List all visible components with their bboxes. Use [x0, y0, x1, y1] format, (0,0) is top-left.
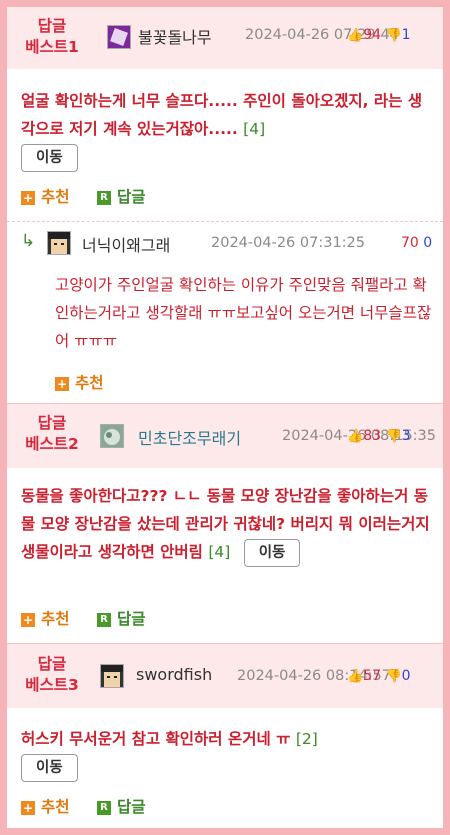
reply-actions: + 추천 R 답글	[21, 607, 145, 629]
move-button[interactable]: 이동	[21, 143, 78, 172]
reply-actions: + 추천 R 답글	[21, 795, 145, 817]
post-date: 2024-04-26 07:31:25	[211, 235, 365, 251]
plus-icon: +	[55, 376, 69, 391]
nickname[interactable]: 민초단조무래기	[138, 425, 241, 449]
plus-icon: +	[21, 612, 35, 627]
avatar-image-icon	[110, 28, 128, 46]
recommend-button[interactable]: + 추천	[21, 188, 70, 206]
avatar[interactable]	[100, 424, 124, 448]
reply-count[interactable]: [4]	[208, 543, 230, 561]
best-reply-header: 답글 베스트3 swordfish 2024-04-26 08:14:57 👍5…	[7, 644, 443, 708]
plus-icon: +	[21, 800, 35, 815]
reply-count[interactable]: [4]	[243, 120, 265, 138]
avatar[interactable]	[47, 231, 71, 255]
avatar-face-icon	[101, 665, 123, 687]
reply-count[interactable]: [2]	[296, 730, 318, 748]
best-rank-label: 답글 베스트3	[25, 655, 79, 694]
sub-reply-body: 고양이가 주인얼굴 확인하는 이유가 주인맞음 줘팰라고 확인하는거라고 생각할…	[55, 276, 432, 350]
reply-arrow-icon: ↳	[21, 231, 36, 251]
thumbs-up-icon[interactable]: 👍	[347, 669, 363, 684]
reply-button[interactable]: R 답글	[96, 188, 145, 206]
plus-icon: +	[21, 190, 35, 205]
divider	[7, 221, 443, 222]
reply-actions: + 추천 R 답글	[21, 185, 145, 207]
reply-r-icon: R	[96, 800, 111, 815]
best-reply-header: 답글 베스트1 불꽃돌나무 2024-04-26 07:29:44 👍94 👎1	[7, 7, 443, 69]
vote-counts: 👍57 👎0	[347, 668, 411, 684]
recommend-button[interactable]: + 추천	[21, 798, 70, 816]
thumbs-up-icon[interactable]: 👍	[347, 28, 363, 43]
reply-r-icon: R	[96, 190, 111, 205]
reply-button[interactable]: R 답글	[96, 798, 145, 816]
vote-counts: 70 0	[401, 235, 433, 251]
best-rank-label: 답글 베스트1	[25, 17, 79, 56]
best-replies-panel: 답글 베스트1 불꽃돌나무 2024-04-26 07:29:44 👍94 👎1…	[7, 7, 443, 828]
best-reply-header: 답글 베스트2 민초단조무래기 2024-04-26 08:15:35 👍83 …	[7, 404, 443, 468]
nickname[interactable]: 너닉이왜그래	[82, 232, 170, 256]
vote-counts: 👍83 👎3	[347, 428, 411, 444]
reply-body: 얼굴 확인하는게 너무 슬프다..... 주인이 돌아오겠지, 라는 생각으로 …	[21, 87, 433, 172]
recommend-button[interactable]: + 추천	[21, 610, 70, 628]
nickname[interactable]: swordfish	[136, 665, 212, 684]
recommend-button[interactable]: + 추천	[55, 374, 104, 392]
thumbs-down-icon[interactable]: 👎	[385, 669, 401, 684]
avatar-face-icon	[48, 232, 70, 254]
thumbs-up-icon[interactable]: 👍	[347, 429, 363, 444]
best-rank-label: 답글 베스트2	[25, 414, 79, 453]
avatar[interactable]	[107, 25, 131, 49]
thumbs-down-icon[interactable]: 👎	[385, 429, 401, 444]
move-button[interactable]: 이동	[243, 538, 301, 567]
thumbs-down-icon[interactable]: 👎	[385, 28, 401, 43]
reply-body: 허스키 무서운거 참고 확인하러 온거네 ㅠ [2] 이동	[21, 725, 433, 782]
nickname[interactable]: 불꽃돌나무	[138, 24, 212, 48]
reply-button[interactable]: R 답글	[96, 610, 145, 628]
avatar[interactable]	[100, 664, 124, 688]
avatar-image-icon	[104, 429, 120, 445]
reply-r-icon: R	[96, 612, 111, 627]
move-button[interactable]: 이동	[21, 753, 78, 782]
reply-actions: + 추천	[55, 371, 104, 393]
vote-counts: 👍94 👎1	[347, 27, 411, 43]
reply-body: 동물을 좋아한다고??? ㄴㄴ 동물 모양 장난감을 좋아하는거 동물 모양 장…	[21, 482, 433, 567]
